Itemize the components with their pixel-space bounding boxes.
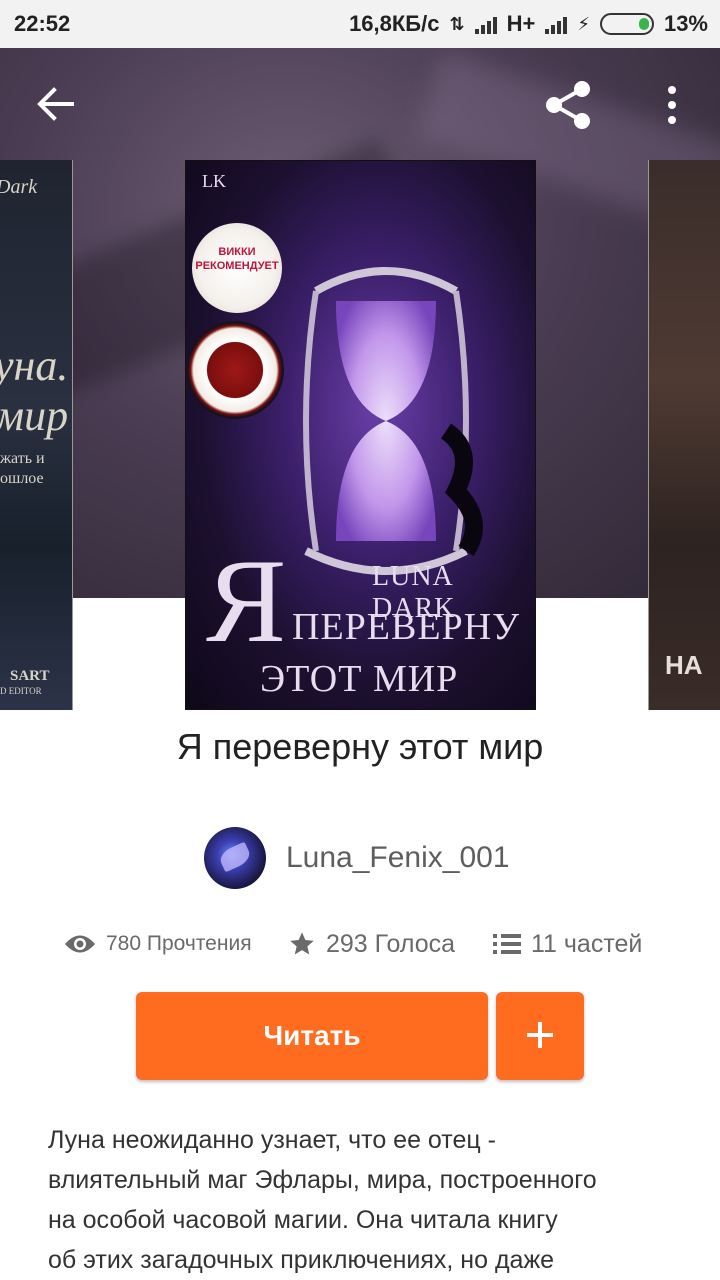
reads-count: 780 Прочтения	[106, 932, 252, 955]
battery-icon	[599, 13, 654, 35]
hourglass-illustration	[303, 267, 483, 575]
status-indicators: 16,8КБ/с ⇅ H+ ⚡ 13%	[349, 11, 708, 37]
share-icon[interactable]	[542, 80, 594, 130]
add-to-library-button[interactable]	[496, 992, 584, 1080]
parts-count: 11 частей	[531, 929, 643, 958]
data-transfer-icon: ⇅	[449, 13, 465, 34]
recommendation-badge: ВИККИ РЕКОМЕНДУЕТ	[192, 223, 282, 313]
back-icon[interactable]	[36, 84, 76, 124]
network-speed: 16,8КБ/с	[349, 11, 440, 36]
read-button[interactable]: Читать	[136, 992, 488, 1080]
description-line: Луна неожиданно узнает, что ее отец -	[48, 1126, 496, 1154]
list-icon	[493, 934, 521, 954]
description-line: на особой часовой магии. Она читала книг…	[48, 1206, 558, 1234]
author-avatar[interactable]	[204, 827, 266, 889]
author-row[interactable]: Luna_Fenix_001	[204, 826, 510, 890]
book-cover[interactable]: LK ВИККИ РЕКОМЕНДУЕТ Я LUNA DARK ПЕРЕВЕР…	[185, 160, 536, 710]
charging-icon: ⚡	[577, 13, 590, 34]
cover-title-line1: ПЕРЕВЕРНУ	[292, 606, 521, 648]
plus-icon	[527, 1021, 553, 1048]
book-description: Луна неожиданно узнает, что ее отец - вл…	[48, 1120, 688, 1280]
votes-stat: 293 Голоса	[288, 920, 455, 968]
status-bar: 22:52 16,8КБ/с ⇅ H+ ⚡ 13%	[0, 0, 720, 48]
eye-icon	[65, 935, 95, 953]
network-type: H+	[506, 11, 536, 36]
description-line: об этих загадочных приключениях, но даже	[48, 1246, 555, 1274]
author-name[interactable]: Luna_Fenix_001	[286, 841, 510, 875]
more-options-icon[interactable]	[660, 84, 684, 126]
signal-icon	[474, 14, 497, 34]
publisher-logo: LK	[202, 171, 226, 191]
next-book-cover[interactable]: НА	[648, 160, 720, 710]
description-line: влиятельный маг Эфлары, мира, построенно…	[48, 1166, 597, 1194]
book-title: Я переверну этот мир	[176, 726, 544, 767]
cover-title-line2: ЭТОТ МИР	[260, 658, 459, 700]
votes-count: 293 Голоса	[326, 929, 456, 958]
star-icon	[290, 932, 314, 955]
battery-percent: 13%	[663, 11, 708, 36]
reads-stat: 780 Прочтения	[64, 920, 252, 968]
previous-book-cover[interactable]: Dark уна. мир жать и ошлое SART D EDITOR	[0, 160, 73, 710]
award-badge	[186, 321, 284, 419]
cover-title-letter: Я	[206, 534, 287, 667]
status-time: 22:52	[14, 11, 71, 36]
parts-stat: 11 частей	[493, 920, 642, 968]
signal-icon-2	[545, 14, 568, 34]
book-stats: 780 Прочтения 293 Голоса 11 частей	[0, 920, 720, 968]
